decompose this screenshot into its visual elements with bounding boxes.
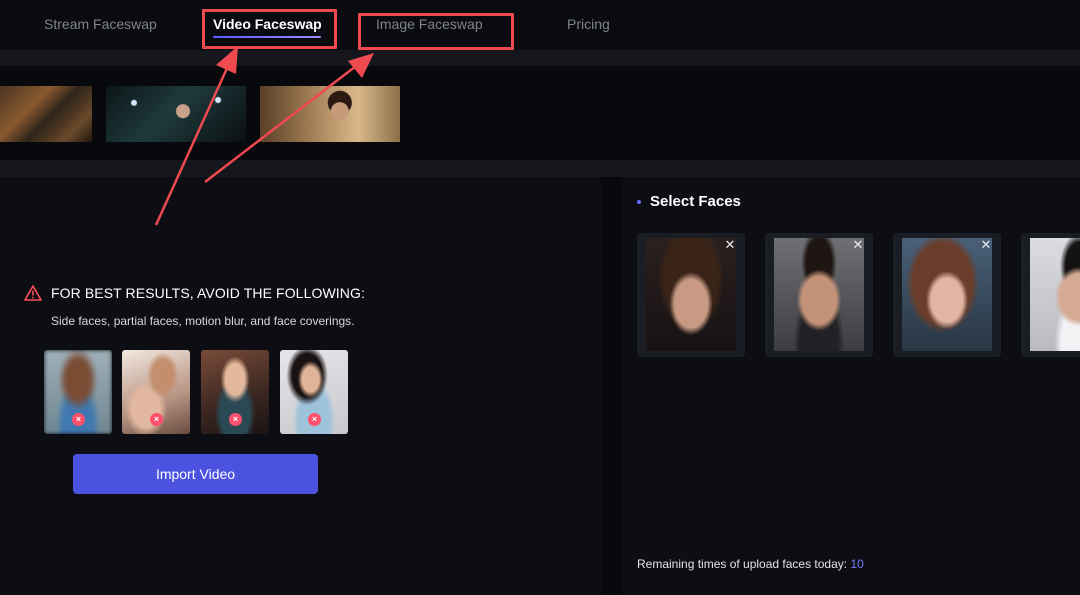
warning-description: Side faces, partial faces, motion blur, … [51, 314, 355, 328]
video-templates-row [0, 66, 1080, 160]
highlight-box-image-tab [358, 13, 514, 50]
close-icon[interactable]: ✕ [979, 238, 993, 252]
face-portrait [902, 238, 992, 351]
section-divider [0, 160, 1080, 177]
face-portrait [774, 238, 864, 351]
select-faces-panel: Select Faces ✕ ✕ ✕ Remaining times of up… [621, 177, 1080, 595]
video-upload-panel: FOR BEST RESULTS, AVOID THE FOLLOWING: S… [0, 177, 602, 595]
face-card-4[interactable] [1021, 233, 1080, 357]
video-template-3[interactable] [260, 76, 400, 150]
face-card-2[interactable]: ✕ [765, 233, 873, 357]
video-template-2[interactable] [106, 76, 246, 150]
title-bullet [637, 200, 641, 204]
face-card-1[interactable]: ✕ [637, 233, 745, 357]
tab-pricing[interactable]: Pricing [567, 16, 610, 32]
warning-row: FOR BEST RESULTS, AVOID THE FOLLOWING: [24, 285, 365, 301]
remaining-uploads: Remaining times of upload faces today: 1… [637, 557, 864, 571]
remaining-label: Remaining times of upload faces today: [637, 557, 848, 571]
header-divider [0, 50, 1080, 66]
face-portrait [646, 238, 736, 351]
import-video-button[interactable]: Import Video [73, 454, 318, 494]
warning-title: FOR BEST RESULTS, AVOID THE FOLLOWING: [51, 285, 365, 301]
face-portrait [1030, 238, 1080, 351]
video-template-1[interactable] [0, 76, 92, 150]
close-icon[interactable]: ✕ [851, 238, 865, 252]
warning-triangle-icon [24, 285, 42, 301]
bad-example-blurred: × [44, 350, 112, 434]
reject-icon: × [308, 413, 321, 426]
bad-example-partial: × [122, 350, 190, 434]
select-faces-title: Select Faces [650, 193, 741, 210]
close-icon[interactable]: ✕ [723, 238, 737, 252]
bad-example-sunglasses: × [280, 350, 348, 434]
tab-stream-faceswap[interactable]: Stream Faceswap [44, 16, 157, 32]
reject-icon: × [72, 413, 85, 426]
remaining-count: 10 [850, 557, 864, 571]
reject-icon: × [150, 413, 163, 426]
top-nav: Stream Faceswap Video Faceswap Image Fac… [0, 0, 1080, 50]
highlight-box-video-tab [202, 9, 337, 49]
face-card-3[interactable]: ✕ [893, 233, 1001, 357]
bad-example-covered: × [201, 350, 269, 434]
reject-icon: × [229, 413, 242, 426]
